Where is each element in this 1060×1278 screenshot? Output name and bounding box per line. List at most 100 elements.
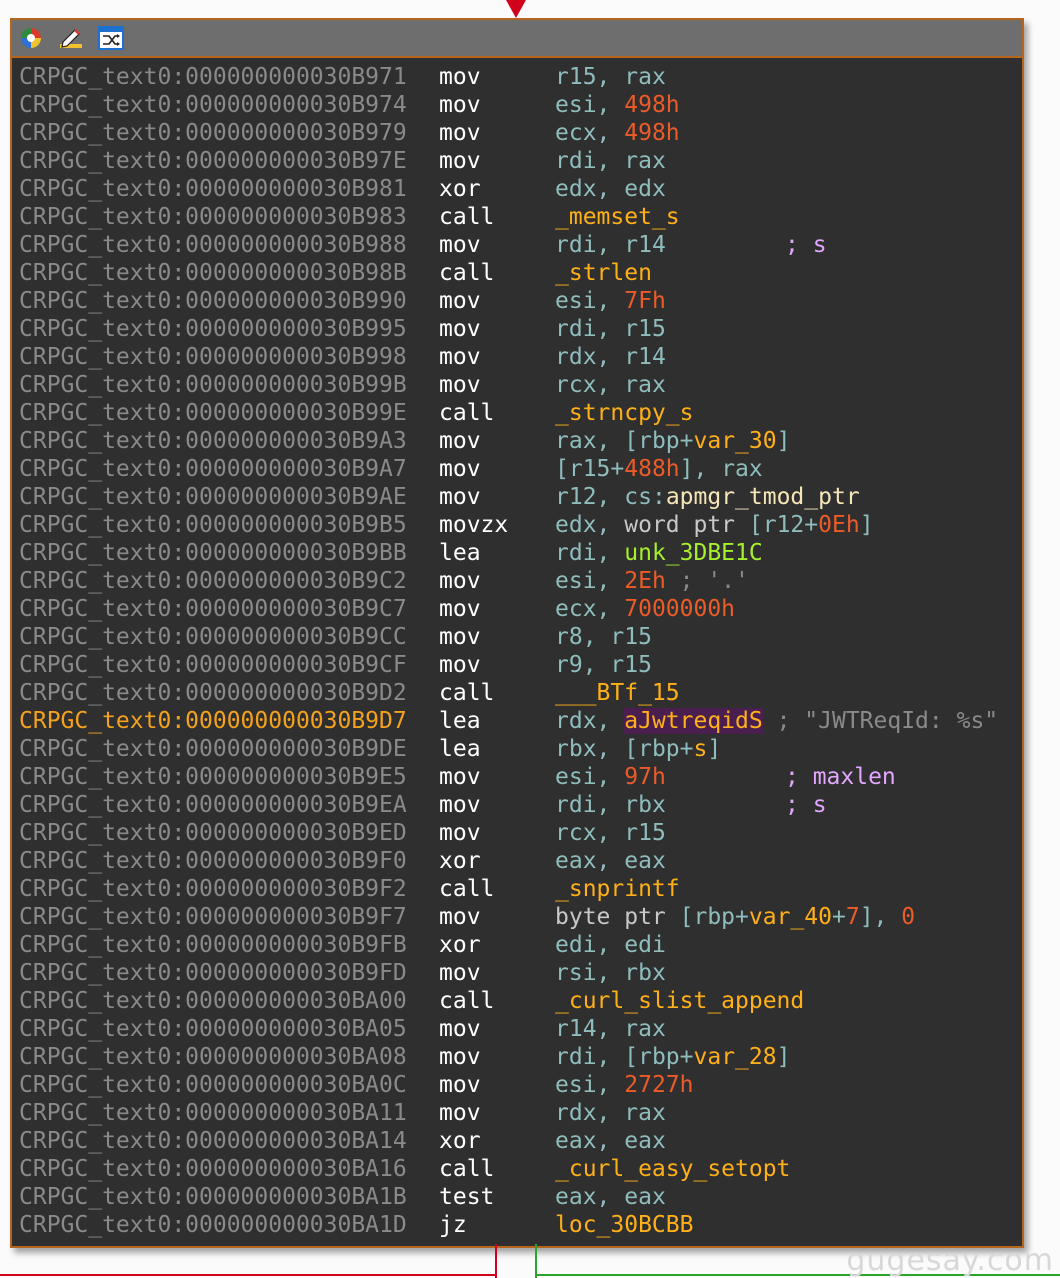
instruction-address[interactable]: CRPGC_text0:000000000030B9F0	[19, 847, 407, 875]
instruction-row[interactable]: CRPGC_text0:000000000030B9C7 mov ecx, 7000…	[12, 595, 1022, 623]
instruction-mnemonic[interactable]: mov	[439, 231, 481, 259]
instruction-row[interactable]: CRPGC_text0:000000000030B98B call _strlen	[12, 259, 1022, 287]
instruction-row[interactable]: CRPGC_text0:000000000030B9B5 movzx edx, wo…	[12, 511, 1022, 539]
instruction-address[interactable]: CRPGC_text0:000000000030BA05	[19, 1015, 407, 1043]
instruction-address[interactable]: CRPGC_text0:000000000030BA1B	[19, 1183, 407, 1211]
instruction-address[interactable]: CRPGC_text0:000000000030B98B	[19, 259, 407, 287]
instruction-mnemonic[interactable]: jz	[439, 1211, 467, 1239]
instruction-mnemonic[interactable]: mov	[439, 1071, 481, 1099]
instruction-mnemonic[interactable]: mov	[439, 371, 481, 399]
instruction-mnemonic[interactable]: test	[439, 1183, 494, 1211]
instruction-mnemonic[interactable]: mov	[439, 791, 481, 819]
instruction-mnemonic[interactable]: mov	[439, 287, 481, 315]
operand-symbol[interactable]: var_40	[749, 904, 832, 930]
instruction-mnemonic[interactable]: mov	[439, 63, 481, 91]
instruction-address[interactable]: CRPGC_text0:000000000030B9D2	[19, 679, 407, 707]
instruction-mnemonic[interactable]: mov	[439, 763, 481, 791]
instruction-mnemonic[interactable]: call	[439, 987, 494, 1015]
instruction-address[interactable]: CRPGC_text0:000000000030B983	[19, 203, 407, 231]
instruction-address[interactable]: CRPGC_text0:000000000030B9DE	[19, 735, 407, 763]
instruction-address[interactable]: CRPGC_text0:000000000030B998	[19, 343, 407, 371]
operand-symbol[interactable]: var_28	[694, 1044, 777, 1070]
instruction-row[interactable]: CRPGC_text0:000000000030B99E call _strncpy…	[12, 399, 1022, 427]
instruction-address[interactable]: CRPGC_text0:000000000030B9C7	[19, 595, 407, 623]
instruction-row-current[interactable]: CRPGC_text0:000000000030B9D7 lea rdx, aJwt…	[12, 707, 1022, 735]
instruction-address[interactable]: CRPGC_text0:000000000030B9FB	[19, 931, 407, 959]
operand-token[interactable]: apmgr_tmod_ptr	[666, 484, 860, 510]
instruction-mnemonic[interactable]: mov	[439, 567, 481, 595]
instruction-row[interactable]: CRPGC_text0:000000000030B99B mov rcx, rax	[12, 371, 1022, 399]
operand-symbol[interactable]: unk_3DBE1C	[624, 540, 762, 566]
instruction-address[interactable]: CRPGC_text0:000000000030B981	[19, 175, 407, 203]
instruction-row[interactable]: CRPGC_text0:000000000030B9C2 mov esi, 2Eh …	[12, 567, 1022, 595]
instruction-row[interactable]: CRPGC_text0:000000000030B998 mov rdx, r14	[12, 343, 1022, 371]
instruction-mnemonic[interactable]: mov	[439, 343, 481, 371]
instruction-mnemonic[interactable]: mov	[439, 1043, 481, 1071]
instruction-address[interactable]: CRPGC_text0:000000000030B988	[19, 231, 407, 259]
instruction-row[interactable]: CRPGC_text0:000000000030BA11 mov rdx, rax	[12, 1099, 1022, 1127]
instruction-mnemonic[interactable]: mov	[439, 315, 481, 343]
instruction-mnemonic[interactable]: call	[439, 679, 494, 707]
operand-symbol[interactable]: _memset_s	[555, 204, 680, 230]
graph-shuffle-icon[interactable]	[98, 26, 124, 50]
instruction-row[interactable]: CRPGC_text0:000000000030B9A3 mov rax, [rbp…	[12, 427, 1022, 455]
instruction-address[interactable]: CRPGC_text0:000000000030BA08	[19, 1043, 407, 1071]
operand-symbol[interactable]: _curl_slist_append	[555, 988, 804, 1014]
instruction-address[interactable]: CRPGC_text0:000000000030B9E5	[19, 763, 407, 791]
instruction-row[interactable]: CRPGC_text0:000000000030B983 call _memset_…	[12, 203, 1022, 231]
instruction-row[interactable]: CRPGC_text0:000000000030B9CC mov r8, r15	[12, 623, 1022, 651]
instruction-row[interactable]: CRPGC_text0:000000000030B9EA mov rdi, rbx;…	[12, 791, 1022, 819]
instruction-row[interactable]: CRPGC_text0:000000000030B981 xor edx, edx	[12, 175, 1022, 203]
instruction-mnemonic[interactable]: call	[439, 1155, 494, 1183]
instruction-address[interactable]: CRPGC_text0:000000000030B9F2	[19, 875, 407, 903]
operand-symbol[interactable]: _curl_easy_setopt	[555, 1156, 790, 1182]
instruction-address[interactable]: CRPGC_text0:000000000030BA16	[19, 1155, 407, 1183]
instruction-address[interactable]: CRPGC_text0:000000000030B990	[19, 287, 407, 315]
instruction-mnemonic[interactable]: mov	[439, 455, 481, 483]
instruction-row[interactable]: CRPGC_text0:000000000030B9F7 mov byte ptr …	[12, 903, 1022, 931]
instruction-row[interactable]: CRPGC_text0:000000000030BA1B test eax, eax	[12, 1183, 1022, 1211]
instruction-address[interactable]: CRPGC_text0:000000000030B9CC	[19, 623, 407, 651]
instruction-mnemonic[interactable]: lea	[439, 735, 481, 763]
instruction-row[interactable]: CRPGC_text0:000000000030B979 mov ecx, 498h	[12, 119, 1022, 147]
instruction-row[interactable]: CRPGC_text0:000000000030BA14 xor eax, eax	[12, 1127, 1022, 1155]
instruction-row[interactable]: CRPGC_text0:000000000030B9AE mov r12, cs:a…	[12, 483, 1022, 511]
instruction-address[interactable]: CRPGC_text0:000000000030B9EA	[19, 791, 407, 819]
instruction-address[interactable]: CRPGC_text0:000000000030BA11	[19, 1099, 407, 1127]
instruction-address[interactable]: CRPGC_text0:000000000030B9FD	[19, 959, 407, 987]
instruction-row[interactable]: CRPGC_text0:000000000030BA00 call _curl_sl…	[12, 987, 1022, 1015]
operand-symbol[interactable]: loc_30BCBB	[555, 1212, 693, 1238]
instruction-row[interactable]: CRPGC_text0:000000000030B9ED mov rcx, r15	[12, 819, 1022, 847]
operand-symbol[interactable]: var_30	[694, 428, 777, 454]
instruction-row[interactable]: CRPGC_text0:000000000030B9A7 mov [r15+488h…	[12, 455, 1022, 483]
operand-symbol[interactable]: ___BTf_15	[555, 680, 680, 706]
instruction-address[interactable]: CRPGC_text0:000000000030B97E	[19, 147, 407, 175]
instruction-address[interactable]: CRPGC_text0:000000000030BA00	[19, 987, 407, 1015]
operand-symbol[interactable]: aJwtreqidS	[624, 708, 763, 734]
edit-pencil-icon[interactable]	[58, 26, 84, 50]
instruction-address[interactable]: CRPGC_text0:000000000030B9A7	[19, 455, 407, 483]
instruction-row[interactable]: CRPGC_text0:000000000030B9D2 call ___BTf_1…	[12, 679, 1022, 707]
instruction-row[interactable]: CRPGC_text0:000000000030B9DE lea rbx, [rbp…	[12, 735, 1022, 763]
instruction-address[interactable]: CRPGC_text0:000000000030BA14	[19, 1127, 407, 1155]
instruction-address[interactable]: CRPGC_text0:000000000030B9C2	[19, 567, 407, 595]
instruction-address[interactable]: CRPGC_text0:000000000030B9A3	[19, 427, 407, 455]
instruction-mnemonic[interactable]: xor	[439, 931, 481, 959]
instruction-row[interactable]: CRPGC_text0:000000000030BA05 mov r14, rax	[12, 1015, 1022, 1043]
instruction-row[interactable]: CRPGC_text0:000000000030B97E mov rdi, rax	[12, 147, 1022, 175]
instruction-row[interactable]: CRPGC_text0:000000000030B9FB xor edi, edi	[12, 931, 1022, 959]
instruction-row[interactable]: CRPGC_text0:000000000030B9CF mov r9, r15	[12, 651, 1022, 679]
operand-symbol[interactable]: _strlen	[555, 260, 652, 286]
instruction-address[interactable]: CRPGC_text0:000000000030B9ED	[19, 819, 407, 847]
instruction-mnemonic[interactable]: mov	[439, 819, 481, 847]
instruction-mnemonic[interactable]: movzx	[439, 511, 508, 539]
operand-symbol[interactable]: _snprintf	[555, 876, 680, 902]
instruction-row[interactable]: CRPGC_text0:000000000030B971 mov r15, rax	[12, 63, 1022, 91]
instruction-mnemonic[interactable]: mov	[439, 91, 481, 119]
instruction-address[interactable]: CRPGC_text0:000000000030B979	[19, 119, 407, 147]
instruction-address[interactable]: CRPGC_text0:000000000030B971	[19, 63, 407, 91]
instruction-mnemonic[interactable]: mov	[439, 147, 481, 175]
color-wheel-icon[interactable]	[18, 26, 44, 50]
instruction-address[interactable]: CRPGC_text0:000000000030B9BB	[19, 539, 407, 567]
instruction-address[interactable]: CRPGC_text0:000000000030B9CF	[19, 651, 407, 679]
